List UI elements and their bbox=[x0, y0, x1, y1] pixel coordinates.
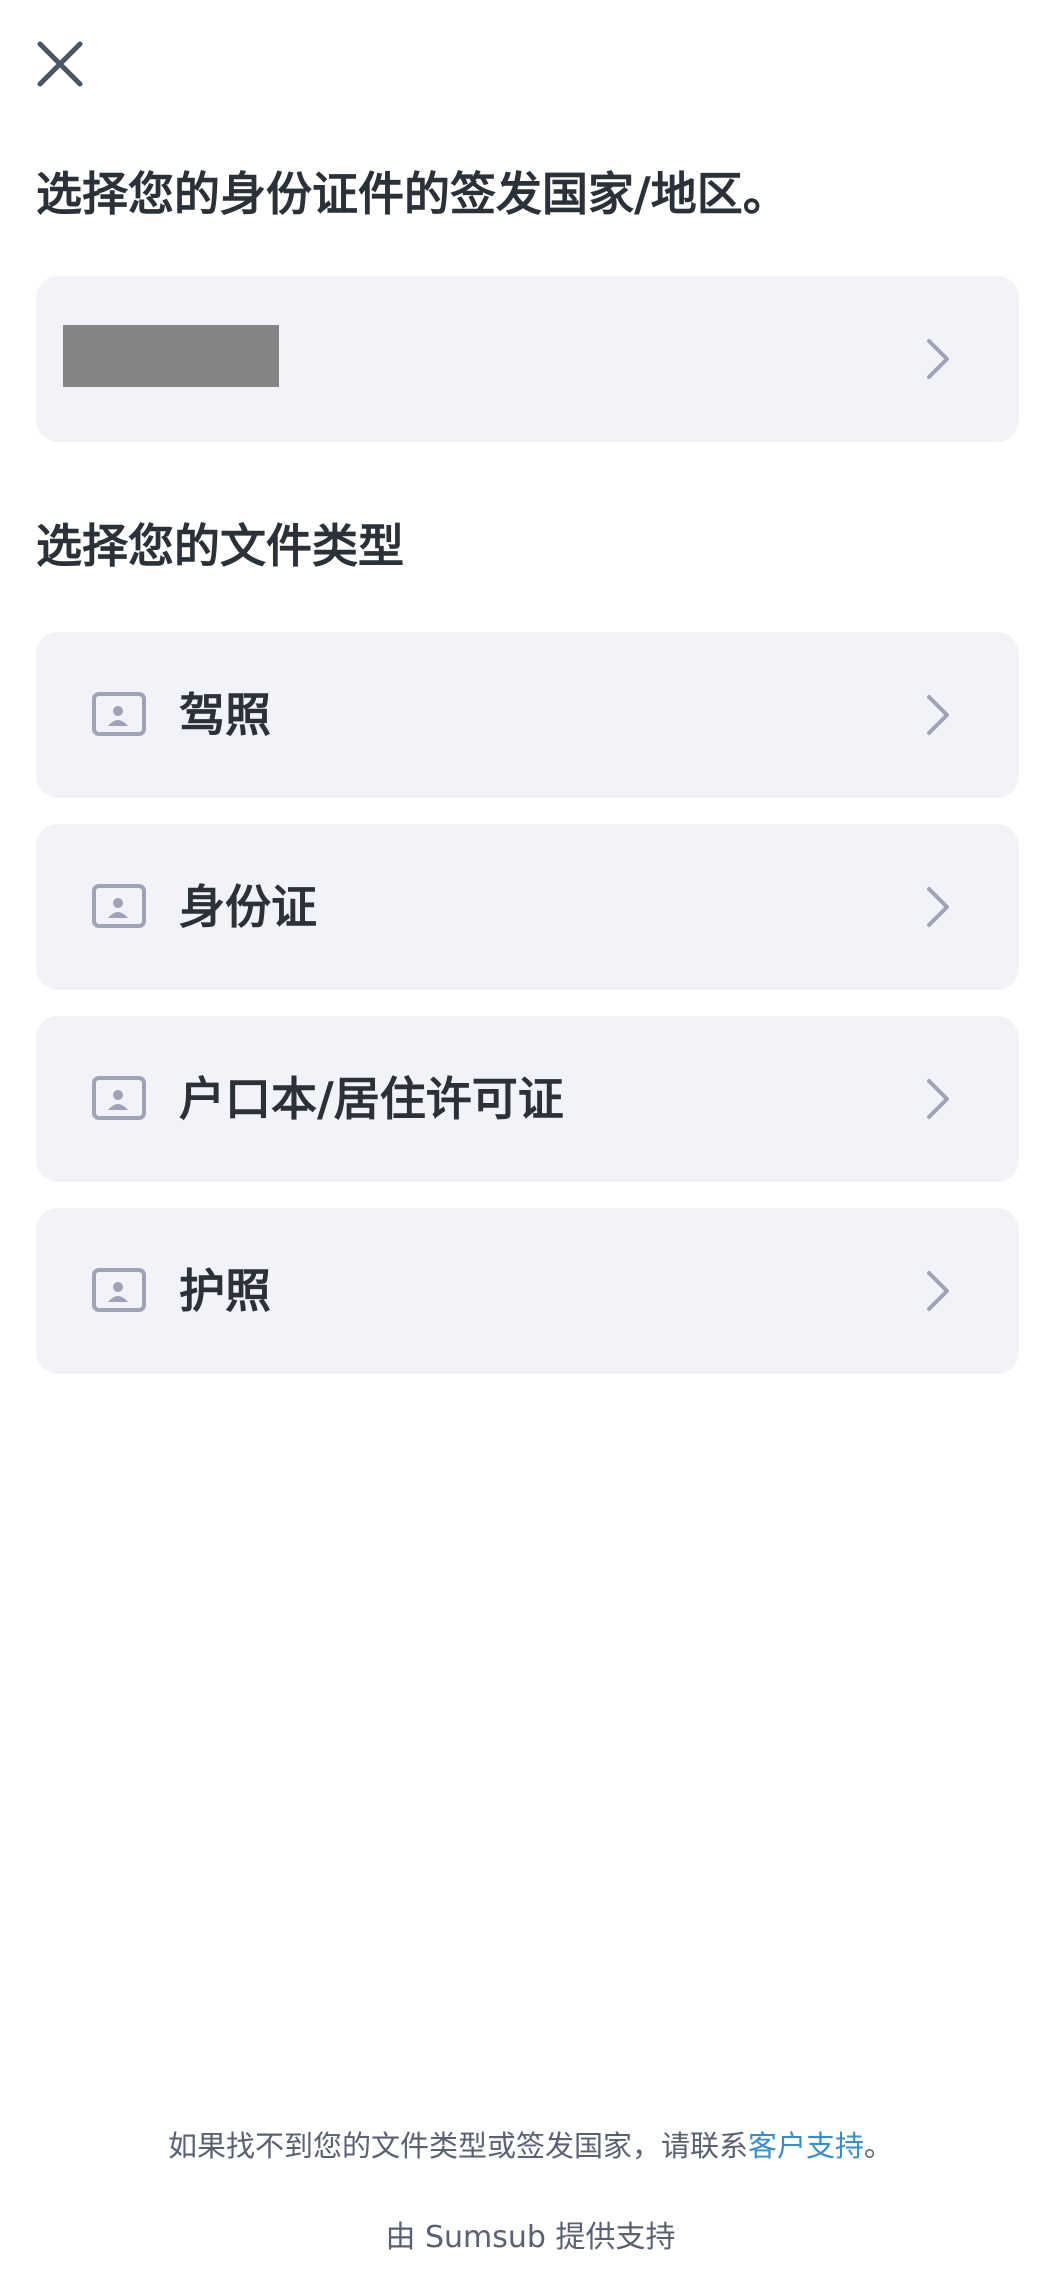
doc-type-label: 护照 bbox=[179, 1264, 271, 1318]
doc-type-option-residence-permit[interactable]: 户口本/居住许可证 bbox=[36, 1016, 1019, 1182]
doc-type-title: 选择您的文件类型 bbox=[36, 519, 404, 573]
country-selector[interactable] bbox=[36, 276, 1019, 442]
doc-type-option-passport[interactable]: 护照 bbox=[36, 1208, 1019, 1374]
id-card-icon bbox=[91, 1075, 147, 1121]
doc-type-label: 驾照 bbox=[179, 688, 271, 742]
id-card-icon bbox=[91, 691, 147, 737]
help-text-end: 。 bbox=[864, 2129, 894, 2163]
support-link[interactable]: 客户支持 bbox=[748, 2129, 864, 2163]
powered-by: 由 Sumsub 提供支持 bbox=[385, 2220, 676, 2255]
chevron-right-icon bbox=[923, 883, 953, 931]
chevron-right-icon bbox=[923, 691, 953, 739]
chevron-right-icon bbox=[923, 1267, 953, 1315]
selected-country-value bbox=[63, 325, 279, 387]
id-card-icon bbox=[91, 1267, 147, 1313]
doc-type-label: 户口本/居住许可证 bbox=[179, 1072, 564, 1126]
close-button[interactable] bbox=[28, 32, 92, 96]
country-title: 选择您的身份证件的签发国家/地区。 bbox=[36, 167, 789, 221]
doc-type-option-drivers-license[interactable]: 驾照 bbox=[36, 632, 1019, 798]
chevron-right-icon bbox=[923, 335, 953, 383]
help-text-main: 如果找不到您的文件类型或签发国家，请联系 bbox=[167, 2129, 748, 2163]
doc-type-label: 身份证 bbox=[179, 880, 317, 934]
id-card-icon bbox=[91, 883, 147, 929]
help-text: 如果找不到您的文件类型或签发国家，请联系客户支持。 bbox=[0, 2126, 1061, 2166]
doc-type-option-id-card[interactable]: 身份证 bbox=[36, 824, 1019, 990]
chevron-right-icon bbox=[923, 1075, 953, 1123]
close-icon bbox=[37, 41, 83, 87]
